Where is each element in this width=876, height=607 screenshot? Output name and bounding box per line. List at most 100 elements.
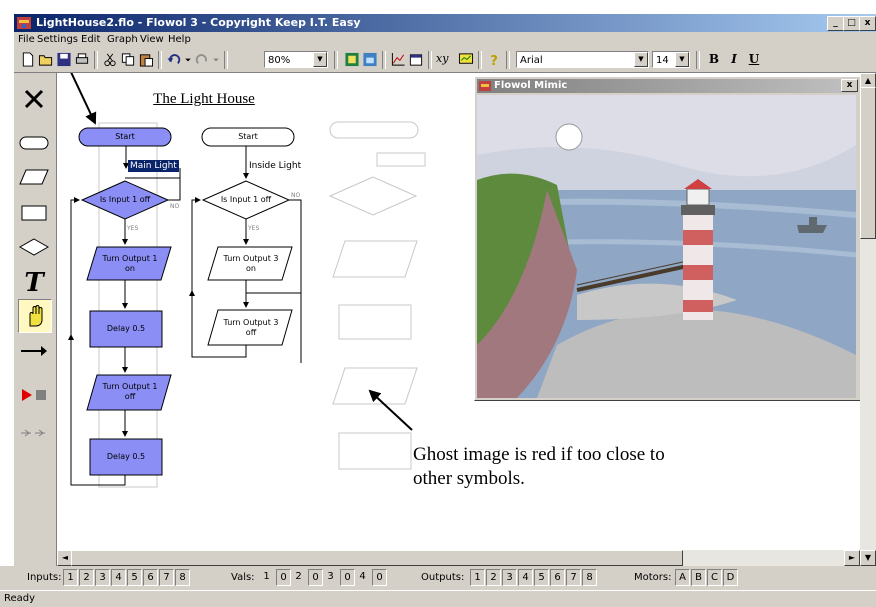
input-6[interactable]: 6 <box>143 569 158 586</box>
print-icon[interactable] <box>74 52 90 67</box>
input-5[interactable]: 5 <box>127 569 142 586</box>
cut-icon[interactable] <box>102 52 118 67</box>
diamond-icon[interactable] <box>18 231 50 263</box>
undo-dropdown-icon[interactable] <box>184 52 192 67</box>
horizontal-scroll-thumb[interactable] <box>71 550 683 566</box>
open-folder-icon[interactable] <box>38 52 54 67</box>
chevron-down-icon[interactable]: ▼ <box>313 52 327 67</box>
vertical-scrollbar[interactable]: ▲ ▼ <box>860 73 876 566</box>
input-8[interactable]: 8 <box>175 569 190 586</box>
delay-label-2: Delay 0.5 <box>106 452 146 461</box>
monitor-icon[interactable] <box>458 52 474 67</box>
output-1[interactable]: 1 <box>470 569 485 586</box>
minimize-button[interactable]: _ <box>827 16 844 31</box>
ghost-text <box>376 152 426 167</box>
mimic-icon[interactable] <box>344 52 360 67</box>
start-label-1: Start <box>115 132 135 141</box>
font-select[interactable]: Arial ▼ <box>516 51 649 68</box>
motor-c[interactable]: C <box>707 569 722 586</box>
menu-settings[interactable]: Settings <box>37 32 78 47</box>
chevron-down-icon[interactable]: ▼ <box>634 52 648 67</box>
subroutine-label-main-light[interactable]: Main Light <box>128 160 179 172</box>
maximize-button[interactable]: □ <box>843 16 860 31</box>
annotation-arrow-top <box>70 73 97 125</box>
copy-icon[interactable] <box>120 52 136 67</box>
italic-button[interactable]: I <box>726 51 742 68</box>
mimic-app-icon <box>479 81 491 91</box>
ghost-terminal <box>329 121 419 139</box>
properties-icon[interactable] <box>408 52 424 67</box>
delay-label-1: Delay 0.5 <box>106 324 146 333</box>
graph-icon[interactable] <box>390 52 406 67</box>
vertical-scroll-thumb[interactable] <box>860 87 876 239</box>
paste-icon[interactable] <box>138 52 154 67</box>
motor-a[interactable]: A <box>675 569 690 586</box>
zoom-select[interactable]: 80% ▼ <box>264 51 328 68</box>
output-5[interactable]: 5 <box>534 569 549 586</box>
step-icon[interactable] <box>18 417 50 449</box>
input-3[interactable]: 3 <box>95 569 110 586</box>
scroll-right-icon[interactable]: ► <box>844 550 860 566</box>
input-2[interactable]: 2 <box>79 569 94 586</box>
undo-icon[interactable] <box>166 52 182 67</box>
font-size-select[interactable]: 14 ▼ <box>652 51 690 68</box>
output-6[interactable]: 6 <box>550 569 565 586</box>
chevron-down-icon[interactable]: ▼ <box>675 52 689 67</box>
arrow-icon[interactable] <box>18 335 50 367</box>
underline-button[interactable]: U <box>746 51 762 68</box>
toolbar-separator <box>428 51 432 69</box>
status-text: Ready <box>4 593 36 604</box>
motors-label: Motors: <box>634 572 672 583</box>
menu-bar: File Settings Edit Graph View Help <box>14 32 876 47</box>
xy-plot-button[interactable]: xy <box>436 52 452 67</box>
decision-label-3: Is Input 1 off <box>220 195 272 204</box>
input-4[interactable]: 4 <box>111 569 126 586</box>
no-label-3: NO <box>291 192 301 199</box>
font-size-value: 14 <box>656 55 669 66</box>
input-7[interactable]: 7 <box>159 569 174 586</box>
bold-button[interactable]: B <box>706 51 722 68</box>
help-icon[interactable]: ? <box>486 52 502 67</box>
output-2[interactable]: 2 <box>486 569 501 586</box>
menu-graph[interactable]: Graph <box>107 32 138 47</box>
output-7[interactable]: 7 <box>566 569 581 586</box>
output-4[interactable]: 4 <box>518 569 533 586</box>
mimic-title-bar: Flowol Mimic x <box>477 79 858 93</box>
menu-edit[interactable]: Edit <box>81 32 100 47</box>
menu-help[interactable]: Help <box>168 32 191 47</box>
flowchart-heading: The Light House <box>153 91 255 107</box>
delete-icon[interactable] <box>18 83 50 115</box>
input-1[interactable]: 1 <box>63 569 78 586</box>
menu-view[interactable]: View <box>140 32 164 47</box>
motor-d[interactable]: D <box>723 569 738 586</box>
toolbar-separator <box>696 51 700 69</box>
redo-dropdown-icon[interactable] <box>212 52 220 67</box>
toolbar-separator <box>506 51 510 69</box>
flowol-mimic-window[interactable]: Flowol Mimic x <box>474 76 861 401</box>
hand-icon[interactable] <box>18 299 52 333</box>
horizontal-scrollbar[interactable]: ◄ ► <box>57 550 860 566</box>
val-item: 4 <box>359 571 366 582</box>
val-item: 0 <box>308 569 323 586</box>
output-label-2: Turn Output 1 off <box>102 382 158 401</box>
scroll-down-icon[interactable]: ▼ <box>860 550 876 566</box>
text-icon[interactable]: T <box>18 267 50 299</box>
motor-b[interactable]: B <box>691 569 706 586</box>
menu-file[interactable]: File <box>18 32 35 47</box>
save-icon[interactable] <box>56 52 72 67</box>
mimic-edit-icon[interactable] <box>362 52 378 67</box>
rectangle-icon[interactable] <box>18 197 50 229</box>
output-3[interactable]: 3 <box>502 569 517 586</box>
run-stop-icon[interactable] <box>18 379 50 411</box>
close-button[interactable]: x <box>859 16 876 31</box>
status-bar: Ready <box>0 591 876 607</box>
title-bar: LightHouse2.flo - Flowol 3 - Copyright K… <box>14 14 876 32</box>
mimic-close-button[interactable]: x <box>841 79 858 92</box>
ghost-output <box>332 240 418 278</box>
redo-icon[interactable] <box>194 52 210 67</box>
new-file-icon[interactable] <box>20 52 36 67</box>
io-status-bar: Inputs: 1 2 3 4 5 6 7 8 Vals: 1 0 2 0 3 … <box>0 566 876 590</box>
output-8[interactable]: 8 <box>582 569 597 586</box>
parallelogram-icon[interactable] <box>18 161 50 193</box>
start-terminal-icon[interactable] <box>18 127 50 159</box>
